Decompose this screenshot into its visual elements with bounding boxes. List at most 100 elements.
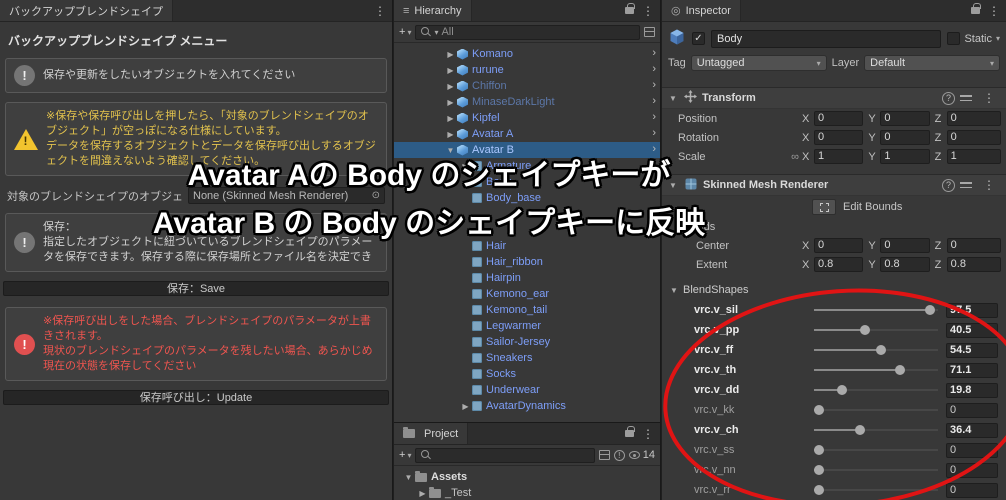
- axis-y-label[interactable]: Y: [868, 132, 880, 144]
- slider-handle[interactable]: [814, 465, 824, 475]
- blendshapes-foldout[interactable]: ▼ BlendShapes: [662, 280, 1006, 300]
- blendshape-slider[interactable]: [814, 484, 938, 496]
- preset-icon[interactable]: [960, 93, 972, 103]
- hierarchy-item-underwear[interactable]: Underwear: [394, 382, 660, 398]
- prefab-open-chevron-icon[interactable]: ›: [652, 111, 656, 123]
- slider-handle[interactable]: [876, 345, 887, 355]
- hierarchy-item-kemono_tail[interactable]: Kemono_tail: [394, 302, 660, 318]
- hierarchy-item-sailor-jersey[interactable]: Sailor-Jersey: [394, 334, 660, 350]
- foldout-closed-icon[interactable]: ▶: [444, 130, 457, 139]
- alert-icon[interactable]: !: [613, 449, 625, 461]
- name-field[interactable]: Body: [711, 29, 942, 48]
- foldout-closed-icon[interactable]: ▶: [444, 66, 457, 75]
- hierarchy-item-avatar-a[interactable]: ▶ Avatar A ›: [394, 126, 660, 142]
- hierarchy-item-avatardynamics[interactable]: ▶ AvatarDynamics: [394, 398, 660, 414]
- hierarchy-item-socks[interactable]: Socks: [394, 366, 660, 382]
- axis-z-label[interactable]: Z: [935, 132, 947, 144]
- panel-menu-icon[interactable]: ⋮: [982, 0, 1006, 21]
- edit-bounds-button[interactable]: [812, 199, 836, 215]
- component-menu-icon[interactable]: ⋮: [977, 91, 1001, 105]
- blendshape-slider[interactable]: [814, 404, 938, 416]
- hierarchy-item-rurune[interactable]: ▶ rurune ›: [394, 62, 660, 78]
- blendshape-value-field[interactable]: 40.5: [946, 322, 998, 338]
- hierarchy-item-hairpin[interactable]: Hairpin: [394, 270, 660, 286]
- axis-z-label[interactable]: Z: [935, 240, 947, 252]
- slider-handle[interactable]: [814, 445, 824, 455]
- hierarchy-item-sneakers[interactable]: Sneakers: [394, 350, 660, 366]
- axis-y-label[interactable]: Y: [868, 240, 880, 252]
- y-value-field[interactable]: 0: [880, 238, 930, 253]
- create-button[interactable]: + ▾: [399, 449, 411, 461]
- x-value-field[interactable]: 1: [814, 149, 864, 164]
- axis-z-label[interactable]: Z: [935, 113, 947, 125]
- blendshape-value-field[interactable]: 0: [946, 402, 998, 418]
- tab-inspector[interactable]: ◎ Inspector: [662, 0, 741, 21]
- blendshape-value-field[interactable]: 97.5: [946, 302, 998, 318]
- search-options-icon[interactable]: [644, 27, 655, 37]
- blendshape-slider[interactable]: [814, 364, 938, 376]
- blendshape-slider[interactable]: [814, 324, 938, 336]
- hierarchy-item-hair_ribbon[interactable]: Hair_ribbon: [394, 254, 660, 270]
- hierarchy-item-chiffon[interactable]: ▶ Chiffon ›: [394, 78, 660, 94]
- axis-y-label[interactable]: Y: [868, 151, 880, 163]
- axis-y-label[interactable]: Y: [868, 259, 880, 271]
- static-checkbox[interactable]: [947, 32, 961, 45]
- axis-y-label[interactable]: Y: [868, 113, 880, 125]
- axis-x-label[interactable]: X: [802, 132, 814, 144]
- tab-hierarchy[interactable]: ≡ Hierarchy: [394, 0, 472, 21]
- search-input[interactable]: [415, 447, 595, 463]
- y-value-field[interactable]: 0: [880, 130, 930, 145]
- prefab-open-chevron-icon[interactable]: ›: [652, 95, 656, 107]
- lock-icon[interactable]: [625, 3, 635, 14]
- search-by-type-icon[interactable]: [598, 450, 610, 460]
- search-input[interactable]: ▾ All: [415, 24, 640, 40]
- x-value-field[interactable]: 0.8: [814, 257, 864, 272]
- foldout-closed-icon[interactable]: ▶: [416, 489, 429, 498]
- axis-z-label[interactable]: Z: [935, 259, 947, 271]
- blendshape-slider[interactable]: [814, 444, 938, 456]
- constrain-proportions-icon[interactable]: ∞: [788, 151, 802, 163]
- project-item-assets[interactable]: ▼ Assets: [394, 469, 660, 485]
- foldout-closed-icon[interactable]: ▶: [444, 50, 457, 59]
- tag-dropdown[interactable]: Untagged ▾: [690, 55, 827, 71]
- help-icon[interactable]: ?: [942, 178, 955, 192]
- hierarchy-item-kipfel[interactable]: ▶ Kipfel ›: [394, 110, 660, 126]
- prefab-open-chevron-icon[interactable]: ›: [652, 127, 656, 139]
- hierarchy-item-komano[interactable]: ▶ Komano ›: [394, 46, 660, 62]
- static-dropdown-caret-icon[interactable]: ▾: [996, 34, 1000, 43]
- z-value-field[interactable]: 0.8: [946, 257, 1001, 272]
- slider-handle[interactable]: [860, 325, 871, 335]
- hierarchy-item-legwarmer[interactable]: Legwarmer: [394, 318, 660, 334]
- blendshape-value-field[interactable]: 0: [946, 462, 998, 478]
- slider-handle[interactable]: [925, 305, 936, 315]
- axis-x-label[interactable]: X: [802, 151, 814, 163]
- z-value-field[interactable]: 0: [946, 130, 1001, 145]
- axis-x-label[interactable]: X: [802, 259, 814, 271]
- x-value-field[interactable]: 0: [814, 130, 864, 145]
- blendshape-value-field[interactable]: 0: [946, 442, 998, 458]
- axis-x-label[interactable]: X: [802, 113, 814, 125]
- search-filter-caret-icon[interactable]: ▾: [434, 28, 438, 37]
- prefab-open-chevron-icon[interactable]: ›: [652, 47, 656, 59]
- panel-menu-icon[interactable]: ⋮: [636, 423, 660, 444]
- blendshape-value-field[interactable]: 36.4: [946, 422, 998, 438]
- skinned-mesh-renderer-header[interactable]: ▼ Skinned Mesh Renderer ? ⋮: [662, 174, 1006, 196]
- hierarchy-item-minasedarklight[interactable]: ▶ MinaseDarkLight ›: [394, 94, 660, 110]
- blendshape-value-field[interactable]: 54.5: [946, 342, 998, 358]
- save-button[interactable]: 保存：Save: [3, 281, 389, 296]
- y-value-field[interactable]: 1: [880, 149, 930, 164]
- slider-handle[interactable]: [836, 385, 847, 395]
- lock-icon[interactable]: [625, 426, 635, 437]
- axis-x-label[interactable]: X: [802, 240, 814, 252]
- slider-handle[interactable]: [895, 365, 906, 375]
- create-button[interactable]: + ▾: [399, 26, 411, 38]
- foldout-open-icon[interactable]: ▼: [402, 473, 415, 482]
- help-icon[interactable]: ?: [942, 91, 955, 105]
- blendshape-slider[interactable]: [814, 344, 938, 356]
- blendshape-slider[interactable]: [814, 304, 938, 316]
- blendshape-slider[interactable]: [814, 464, 938, 476]
- foldout-closed-icon[interactable]: ▶: [444, 82, 457, 91]
- foldout-open-icon[interactable]: ▼: [667, 94, 679, 103]
- axis-z-label[interactable]: Z: [935, 151, 947, 163]
- layer-dropdown[interactable]: Default ▾: [864, 55, 1000, 71]
